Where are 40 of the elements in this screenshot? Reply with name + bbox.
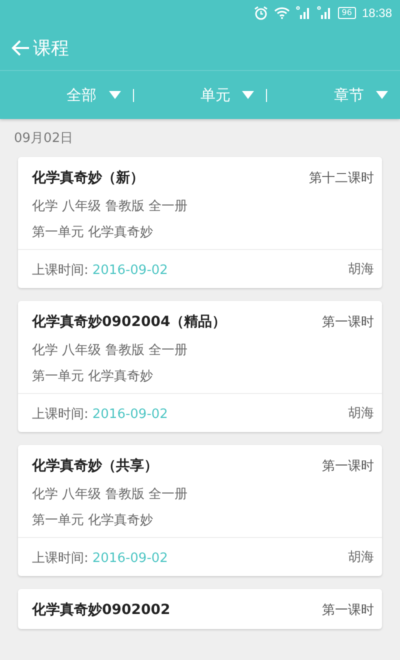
time-label: 上课时间: <box>32 407 88 422</box>
caret-icon <box>108 91 121 99</box>
textbook-label: 化学 八年级 鲁教版 全一册 <box>32 342 188 359</box>
class-date: 2016-09-02 <box>92 263 168 278</box>
back-button[interactable] <box>10 38 30 56</box>
course-card[interactable]: 化学真奇妙（共享） 第一课时 化学 八年级 鲁教版 全一册 第一单元 化学真奇妙 上课时间: 2016-09-02 胡海 <box>18 445 382 576</box>
class-date: 2016-09-02 <box>92 551 168 566</box>
unit-label: 第一单元 化学真奇妙 <box>32 512 154 529</box>
unit-label: 第一单元 化学真奇妙 <box>32 224 154 241</box>
lesson-label: 第一课时 <box>322 602 374 619</box>
time-label: 上课时间: <box>32 551 88 566</box>
signal-icon <box>296 6 311 19</box>
class-date: 2016-09-02 <box>92 407 168 422</box>
textbook-label: 化学 八年级 鲁教版 全一册 <box>32 486 188 503</box>
course-title: 化学真奇妙（共享） <box>32 457 158 475</box>
course-card[interactable]: 化学真奇妙（新） 第十二课时 化学 八年级 鲁教版 全一册 第一单元 化学真奇妙 上课时间: 2016-09-02 胡海 <box>18 157 382 288</box>
caret-icon <box>242 91 254 99</box>
lesson-label: 第一课时 <box>322 458 374 475</box>
lesson-label: 第一课时 <box>322 314 374 331</box>
alarm-icon <box>254 6 268 20</box>
course-title: 化学真奇妙0902004（精品） <box>32 313 226 331</box>
teacher-name: 胡海 <box>348 261 374 278</box>
caret-icon <box>376 91 388 99</box>
course-card[interactable]: 化学真奇妙0902004（精品） 第一课时 化学 八年级 鲁教版 全一册 第一单元 化学真奇妙 上课时间: 2016-09-02 胡海 <box>18 301 382 432</box>
screen-title: 课程 <box>33 36 69 60</box>
textbook-label: 化学 八年级 鲁教版 全一册 <box>32 198 188 215</box>
lesson-label: 第十二课时 <box>309 170 374 187</box>
course-card[interactable]: 化学真奇妙0902002 第一课时 <box>18 589 382 629</box>
back-arrow-icon <box>10 38 30 56</box>
battery-level: 96 <box>338 6 356 18</box>
clock: 18:38 <box>362 6 392 20</box>
teacher-name: 胡海 <box>348 405 374 422</box>
course-title: 化学真奇妙0902002 <box>32 601 170 619</box>
teacher-name: 胡海 <box>348 549 374 566</box>
wifi-icon <box>274 6 290 19</box>
time-label: 上课时间: <box>32 263 88 278</box>
date-label: 09月02日 <box>14 130 74 148</box>
signal-icon <box>316 6 332 19</box>
course-title: 化学真奇妙（新） <box>32 169 144 187</box>
unit-label: 第一单元 化学真奇妙 <box>32 368 154 385</box>
